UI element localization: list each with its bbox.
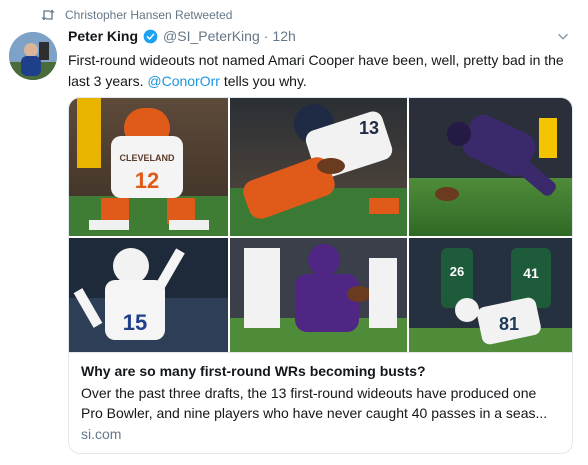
- retweet-label: Christopher Hansen Retweeted: [65, 8, 233, 22]
- verified-badge-icon: [143, 29, 158, 43]
- chevron-down-icon[interactable]: [556, 30, 570, 44]
- retweet-context[interactable]: Christopher Hansen Retweeted: [40, 8, 232, 22]
- card-title[interactable]: Why are so many first-round WRs becoming…: [81, 363, 426, 379]
- tweet-text: First-round wideouts not named Amari Coo…: [68, 50, 573, 92]
- photo-2-jersey: 13: [359, 118, 379, 138]
- photo-1-team: CLEVELAND: [119, 153, 175, 163]
- separator-dot: ·: [263, 28, 269, 44]
- photo-6-jersey-b: 41: [523, 265, 539, 281]
- tweet-text-after: tells you why.: [219, 73, 307, 89]
- photo-vikings: [230, 238, 407, 352]
- author-handle[interactable]: @SI_PeterKing: [163, 28, 260, 44]
- tweet-timestamp[interactable]: 12h: [272, 28, 295, 44]
- retweet-icon: [41, 9, 55, 21]
- tweet-header: Peter King @SI_PeterKing · 12h: [68, 28, 296, 44]
- card-image-collage[interactable]: 12 CLEVELAND 13 15 26 41 81: [69, 98, 572, 352]
- photo-ravens: [409, 98, 572, 236]
- mention-link[interactable]: @ConorOrr: [147, 73, 220, 89]
- photo-6-jersey-c: 81: [499, 314, 519, 334]
- card-description-line-2: Pro Bowler, and nine players who have ne…: [81, 405, 548, 421]
- card-description: Over the past three drafts, the 13 first…: [81, 383, 561, 423]
- author-name[interactable]: Peter King: [68, 28, 138, 44]
- photo-cleveland: 12 CLEVELAND: [69, 98, 228, 236]
- photo-6-jersey-a: 26: [450, 264, 464, 279]
- avatar[interactable]: [9, 32, 57, 80]
- card-description-line-1: Over the past three drafts, the 13 first…: [81, 385, 537, 401]
- link-card[interactable]: 12 CLEVELAND 13 15 26 41 81 Why are so m…: [68, 97, 573, 454]
- card-body[interactable]: Why are so many first-round WRs becoming…: [69, 352, 572, 453]
- tweet-text-before: First-round wideouts not named Amari Coo…: [68, 52, 564, 89]
- card-domain[interactable]: si.com: [81, 426, 121, 442]
- photo-jets: 26 41 81: [409, 238, 572, 352]
- photo-4-jersey: 15: [123, 310, 147, 335]
- avatar-image: [9, 32, 57, 80]
- photo-colts: 15: [69, 238, 228, 352]
- photo-bears: 13: [230, 98, 407, 236]
- photo-1-jersey: 12: [135, 168, 159, 193]
